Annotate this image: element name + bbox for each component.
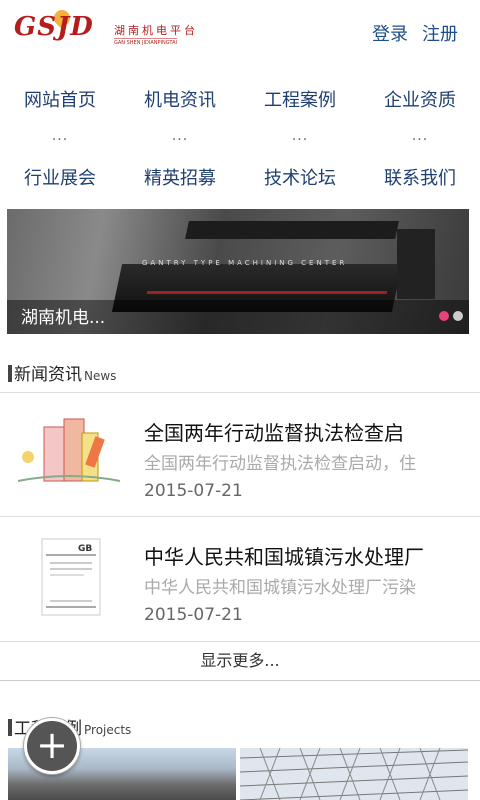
main-nav: 网站首页 机电资讯 工程案例 企业资质 ... ... ... ... 行业展会… bbox=[0, 82, 480, 198]
news-section-title: 新闻资讯 bbox=[14, 365, 82, 385]
nav-cases[interactable]: 工程案例 bbox=[240, 82, 360, 120]
section-bar-icon bbox=[8, 365, 12, 382]
carousel-indicators bbox=[435, 306, 463, 325]
banner-carousel[interactable]: GANTRY TYPE MACHINING CENTER 湖南机电... bbox=[7, 209, 469, 334]
svg-text:GB: GB bbox=[78, 544, 92, 554]
section-bar-icon bbox=[8, 719, 12, 736]
banner-image bbox=[185, 221, 399, 239]
register-link[interactable]: 注册 bbox=[422, 24, 458, 45]
nav-recruit[interactable]: 精英招募 bbox=[120, 160, 240, 198]
plus-icon: + bbox=[36, 723, 68, 767]
news-title[interactable]: 全国两年行动监督执法检查启 bbox=[144, 417, 464, 446]
nav-more-indicator: ... bbox=[411, 128, 429, 144]
news-desc: 全国两年行动监督执法检查启动，住 bbox=[144, 454, 416, 474]
nav-more-indicator: ... bbox=[171, 128, 189, 144]
banner-title[interactable]: 湖南机电... bbox=[21, 303, 105, 328]
project-thumbnail[interactable] bbox=[240, 748, 468, 800]
projects-section-subtitle: Projects bbox=[84, 723, 132, 737]
gb-standard-document-icon: GB bbox=[41, 538, 101, 616]
nav-more-indicator: ... bbox=[291, 128, 309, 144]
login-link[interactable]: 登录 bbox=[372, 24, 408, 45]
header: GSJD 湖南机电平台 GAN SHEN JIDIANPINGTAI 登录 注册 bbox=[0, 0, 480, 62]
building-cartoon-icon bbox=[14, 413, 124, 493]
news-date: 2015-07-21 bbox=[144, 605, 243, 625]
auth-links: 登录 注册 bbox=[358, 20, 458, 46]
add-fab-button[interactable]: + bbox=[24, 718, 80, 774]
news-item[interactable]: GB 中华人民共和国城镇污水处理厂 中华人民共和国城镇污水处理厂污染 2015-… bbox=[0, 516, 480, 640]
banner-machine-text: GANTRY TYPE MACHINING CENTER bbox=[142, 259, 348, 267]
carousel-dot[interactable] bbox=[453, 311, 463, 321]
nav-exhibition[interactable]: 行业展会 bbox=[0, 160, 120, 198]
news-date: 2015-07-21 bbox=[144, 481, 243, 501]
nav-forum[interactable]: 技术论坛 bbox=[240, 160, 360, 198]
nav-contact[interactable]: 联系我们 bbox=[360, 160, 480, 198]
site-logo[interactable]: GSJD 湖南机电平台 GAN SHEN JIDIANPINGTAI bbox=[14, 6, 204, 54]
news-title[interactable]: 中华人民共和国城镇污水处理厂 bbox=[144, 541, 464, 570]
nav-home[interactable]: 网站首页 bbox=[0, 82, 120, 120]
carousel-dot-active[interactable] bbox=[439, 311, 449, 321]
nav-qualification[interactable]: 企业资质 bbox=[360, 82, 480, 120]
logo-mark: GSJD bbox=[14, 12, 94, 42]
logo-english: GAN SHEN JIDIANPINGTAI bbox=[114, 38, 177, 46]
nav-more-indicator: ... bbox=[51, 128, 69, 144]
nav-news[interactable]: 机电资讯 bbox=[120, 82, 240, 120]
show-more-button[interactable]: 显示更多... bbox=[0, 641, 480, 681]
news-item[interactable]: 全国两年行动监督执法检查启 全国两年行动监督执法检查启动，住 2015-07-2… bbox=[0, 392, 480, 516]
logo-chinese: 湖南机电平台 bbox=[114, 24, 198, 37]
news-desc: 中华人民共和国城镇污水处理厂污染 bbox=[144, 578, 416, 598]
news-section-header: 新闻资讯 News bbox=[8, 360, 116, 385]
news-section-subtitle: News bbox=[84, 369, 117, 383]
